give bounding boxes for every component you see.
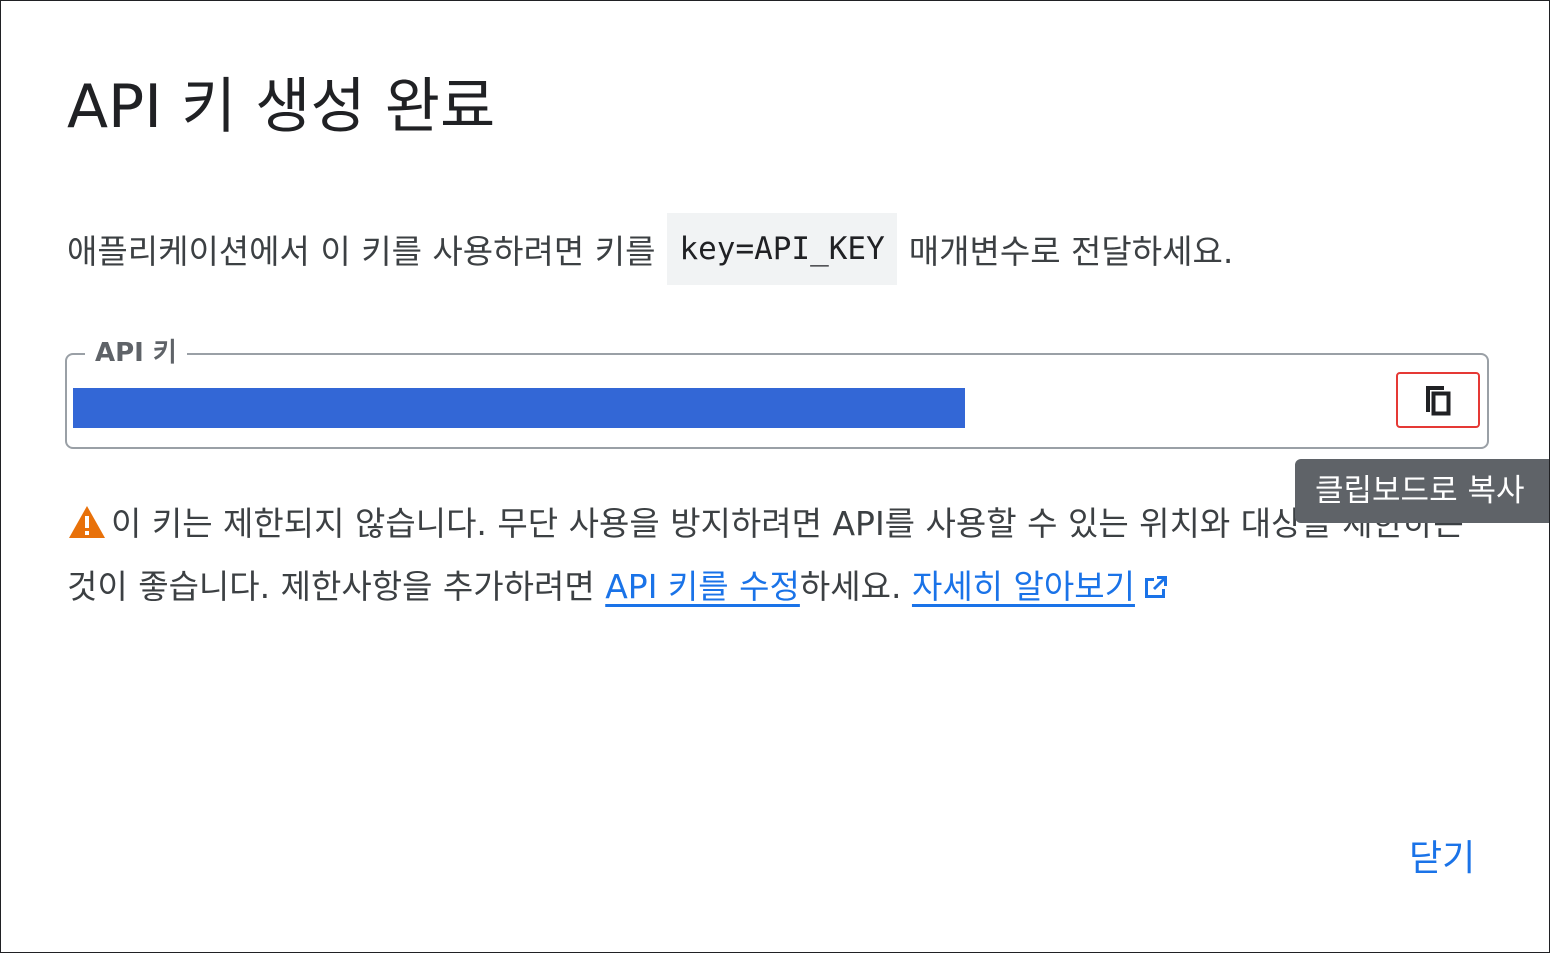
warning-text-after: 하세요. [799, 567, 902, 606]
unrestricted-key-warning: 이 키는 제한되지 않습니다. 무단 사용을 방지하려면 API를 사용할 수 … [67, 495, 1487, 620]
api-key-created-dialog: API 키 생성 완료 애플리케이션에서 이 키를 사용하려면 키를 key=A… [0, 0, 1550, 953]
close-button[interactable]: 닫기 [1393, 823, 1491, 887]
edit-api-key-link[interactable]: API 키를 수정 [605, 567, 800, 606]
open-in-new-icon [1141, 562, 1171, 620]
intro-text: 애플리케이션에서 이 키를 사용하려면 키를 key=API_KEY 매개변수로… [67, 213, 1233, 285]
api-key-field: API 키 [65, 335, 1489, 449]
api-key-label: API 키 [85, 335, 187, 371]
copy-icon [1426, 386, 1451, 416]
learn-more-link[interactable]: 자세히 알아보기 [912, 567, 1171, 606]
copy-to-clipboard-button[interactable] [1396, 372, 1480, 428]
warning-icon [67, 500, 107, 558]
copy-tooltip: 클립보드로 복사 [1295, 459, 1549, 523]
learn-more-label: 자세히 알아보기 [911, 567, 1135, 606]
key-param-code: key=API_KEY [667, 213, 897, 285]
dialog-title: API 키 생성 완료 [67, 72, 496, 142]
intro-text-after: 매개변수로 전달하세요. [908, 232, 1234, 271]
api-key-value-redacted[interactable] [73, 388, 965, 428]
intro-text-before: 애플리케이션에서 이 키를 사용하려면 키를 [67, 232, 656, 271]
